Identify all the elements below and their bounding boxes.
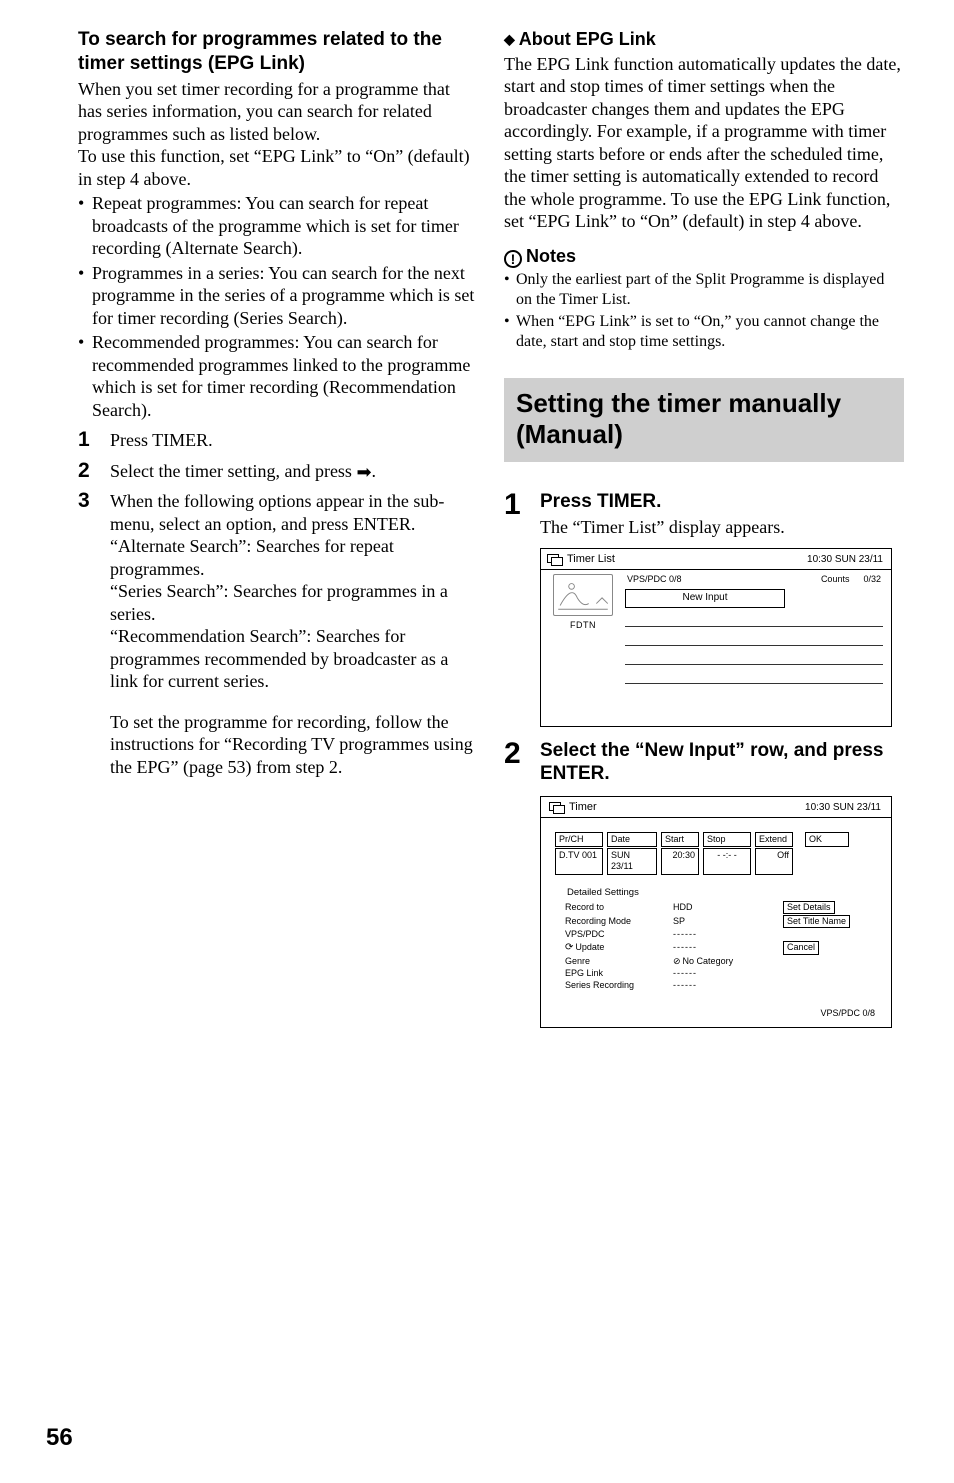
record-to-label: Record to [565,902,673,913]
timer-icon [549,802,565,814]
vps-pdc-footer: VPS/PDC 0/8 [820,1008,875,1019]
big-step-number-1: 1 [504,488,540,521]
recording-mode-value: SP [673,916,783,927]
set-details-button[interactable]: Set Details [783,901,835,914]
counts-label: Counts [821,574,850,585]
list-row [625,645,883,646]
stop-value[interactable]: - -:- - [703,848,751,875]
detailed-settings-label: Detailed Settings [567,887,877,899]
genre-value: No Category [673,956,783,967]
left-heading: To search for programmes related to the … [78,28,478,76]
left-bullet-3: Recommended programmes: You can search f… [78,331,478,421]
timer-list-icon [547,554,563,566]
note-2: When “EPG Link” is set to “On,” you cann… [504,312,904,352]
notes-heading: !Notes [504,245,904,268]
extend-value[interactable]: Off [755,848,793,875]
step-number-3: 3 [78,488,110,512]
epg-link-label: EPG Link [565,968,673,979]
timer-list-clock: 10:30 SUN 23/11 [807,554,883,567]
update-value: ------ [673,942,783,953]
timer-list-screenshot: Timer List 10:30 SUN 23/11 [540,548,892,727]
fdtn-label: FDTN [570,620,596,631]
timer-detail-screenshot: Timer 10:30 SUN 23/11 Pr/CH Date Start S… [540,796,892,1028]
note-1: Only the earliest part of the Split Prog… [504,270,904,310]
extend-header: Extend [755,832,793,847]
counts-value: 0/32 [863,574,881,585]
page-number: 56 [46,1423,73,1453]
list-row [625,664,883,665]
timer-title: Timer [569,801,597,815]
vps-pdc-value: ------ [673,929,783,940]
step-1-body: Press TIMER. [110,427,478,452]
record-to-value: HDD [673,902,783,913]
step-number-1: 1 [78,427,110,451]
right-step-1-body: Press TIMER. The “Timer List” display ap… [540,488,904,538]
cancel-button[interactable]: Cancel [783,941,819,954]
epg-link-value: ------ [673,968,783,979]
start-value[interactable]: 20:30 [661,848,699,875]
left-step-1: 1 Press TIMER. [78,427,478,452]
right-step-2-body: Select the “New Input” row, and press EN… [540,737,904,787]
vps-pdc-label: VPS/PDC 0/8 [627,574,682,585]
big-step-number-2: 2 [504,737,540,770]
timer-list-thumbnail [553,574,613,616]
timer-clock: 10:30 SUN 23/11 [805,802,881,815]
section-title-box: Setting the timer manually (Manual) [504,378,904,462]
prch-value[interactable]: D.TV 001 [555,848,603,875]
right-step-1: 1 Press TIMER. The “Timer List” display … [504,488,904,538]
left-bullet-2: Programmes in a series: You can search f… [78,262,478,330]
prch-header: Pr/CH [555,832,603,847]
left-step-2: 2 Select the timer setting, and press ➡. [78,458,478,483]
left-bullet-list: Repeat programmes: You can search for re… [78,192,478,421]
about-epg-link-heading: ◆About EPG Link [504,28,904,51]
step-3-body: When the following options appear in the… [110,488,478,778]
series-recording-value: ------ [673,980,783,991]
start-header: Start [661,832,699,847]
timer-list-title: Timer List [567,553,615,567]
genre-label: Genre [565,956,673,967]
stop-header: Stop [703,832,751,847]
date-value[interactable]: SUN 23/11 [607,848,657,875]
update-label: Update [565,942,673,955]
date-header: Date [607,832,657,847]
notes-icon: ! [504,250,522,268]
ok-button[interactable]: OK [805,832,849,847]
recording-mode-label: Recording Mode [565,916,673,927]
left-intro: When you set timer recording for a progr… [78,78,478,191]
vps-pdc-label: VPS/PDC [565,929,673,940]
right-step-2: 2 Select the “New Input” row, and press … [504,737,904,787]
left-step-3: 3 When the following options appear in t… [78,488,478,778]
series-recording-label: Series Recording [565,980,673,991]
step-number-2: 2 [78,458,110,482]
list-row [625,626,883,627]
right-arrow-icon: ➡ [356,463,371,481]
left-bullet-1: Repeat programmes: You can search for re… [78,192,478,260]
set-title-name-button[interactable]: Set Title Name [783,915,850,928]
list-row [625,683,883,684]
new-input-row[interactable]: New Input [625,589,785,608]
notes-list: Only the earliest part of the Split Prog… [504,270,904,352]
diamond-icon: ◆ [504,31,515,47]
about-epg-link-body: The EPG Link function automatically upda… [504,53,904,233]
step-2-body: Select the timer setting, and press ➡. [110,458,478,483]
